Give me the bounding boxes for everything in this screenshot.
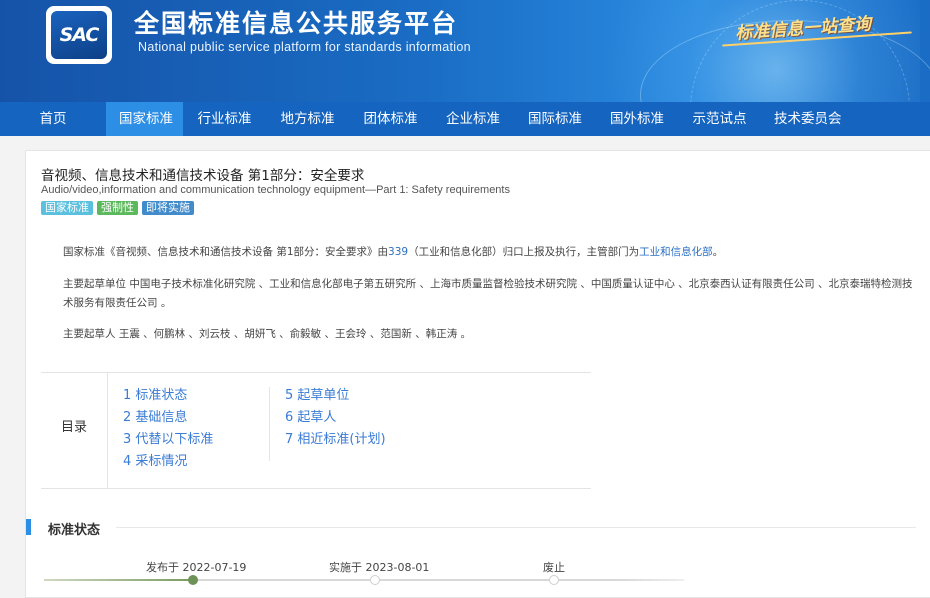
badge-national-standard: 国家标准: [41, 201, 93, 215]
standard-badges: 国家标准 强制性 即将实施: [41, 201, 194, 215]
toc-link-drafting-units[interactable]: 5 起草单位: [285, 385, 386, 407]
drafters-paragraph: 主要起草人 王震 、何鹏林 、刘云枝 、胡妍飞 、俞毅敏 、王会玲 、范国新 、…: [41, 325, 921, 344]
site-title: 全国标准信息公共服务平台: [134, 9, 459, 38]
nav-international-standards[interactable]: 国际标准: [514, 102, 596, 136]
nav-industry-standards[interactable]: 行业标准: [183, 102, 266, 136]
standard-title-en: Audio/video,information and communicatio…: [41, 184, 510, 196]
nav-national-standards[interactable]: 国家标准: [106, 102, 183, 136]
toc-column-1: 1 标准状态 2 基础信息 3 代替以下标准 4 采标情况: [123, 385, 213, 473]
toc-link-similar-standards[interactable]: 7 相近标准(计划): [285, 429, 386, 451]
timeline-label-published: 发布于 2022-07-19: [146, 561, 247, 574]
sac-logo[interactable]: SAC: [46, 6, 112, 64]
nav-technical-committees[interactable]: 技术委员会: [761, 102, 851, 136]
toc-link-basic-info[interactable]: 2 基础信息: [123, 407, 213, 429]
toc-column-2: 5 起草单位 6 起草人 7 相近标准(计划): [285, 385, 386, 451]
toc-label: 目录: [41, 373, 108, 488]
section-accent-bar: [26, 519, 31, 535]
badge-mandatory: 强制性: [97, 201, 138, 215]
timeline-dot-abolished: [549, 575, 559, 585]
tc-code-link[interactable]: 339: [388, 246, 408, 258]
logo-mark: SAC: [51, 11, 107, 59]
nav-home[interactable]: 首页: [0, 102, 106, 136]
toc-link-status[interactable]: 1 标准状态: [123, 385, 213, 407]
timeline-label-abolished: 废止: [543, 561, 565, 574]
timeline-dot-implemented: [370, 575, 380, 585]
section-divider: [116, 527, 916, 528]
nav-pilot-demos[interactable]: 示范试点: [678, 102, 761, 136]
table-of-contents: 目录 1 标准状态 2 基础信息 3 代替以下标准 4 采标情况 5 起草单位 …: [41, 372, 591, 489]
nav-local-standards[interactable]: 地方标准: [266, 102, 349, 136]
drafters-text: 主要起草人 王震 、何鹏林 、刘云枝 、胡妍飞 、俞毅敏 、王会玲 、范国新 、…: [63, 328, 472, 340]
toc-divider: [269, 387, 270, 461]
dept-link[interactable]: 工业和信息化部: [639, 246, 713, 258]
site-subtitle: National public service platform for sta…: [138, 40, 471, 54]
standard-title-cn: 音视频、信息技术和通信技术设备 第1部分：安全要求: [41, 168, 365, 184]
drafting-units-text: 主要起草单位 中国电子技术标准化研究院 、工业和信息化部电子第五研究所 、上海市…: [63, 278, 913, 309]
intro-suffix: 。: [712, 246, 724, 258]
drafting-units-paragraph: 主要起草单位 中国电子技术标准化研究院 、工业和信息化部电子第五研究所 、上海市…: [41, 275, 921, 313]
logo-text: SAC: [59, 24, 100, 46]
main-nav: 首页 国家标准 行业标准 地方标准 团体标准 企业标准 国际标准 国外标准 示范…: [0, 102, 930, 136]
nav-enterprise-standards[interactable]: 企业标准: [432, 102, 514, 136]
tc-name: （工业和信息化部）: [408, 246, 503, 258]
toc-link-drafters[interactable]: 6 起草人: [285, 407, 386, 429]
timeline-progress: [44, 579, 194, 581]
toc-link-adoption[interactable]: 4 采标情况: [123, 451, 213, 473]
nav-foreign-standards[interactable]: 国外标准: [596, 102, 678, 136]
timeline-dot-published: [188, 575, 198, 585]
section-title-status: 标准状态: [48, 523, 101, 538]
badge-upcoming: 即将实施: [142, 201, 194, 215]
intro-prefix: 国家标准《音视频、信息技术和通信技术设备 第1部分：安全要求》由: [63, 246, 389, 258]
intro-middle: 归口上报及执行，主管部门为: [502, 246, 640, 258]
toc-link-replaces[interactable]: 3 代替以下标准: [123, 429, 213, 451]
timeline-label-implemented: 实施于 2023-08-01: [329, 561, 430, 574]
standard-detail-panel: 音视频、信息技术和通信技术设备 第1部分：安全要求 Audio/video,in…: [25, 150, 930, 598]
site-banner: SAC 全国标准信息公共服务平台 National public service…: [0, 0, 930, 102]
nav-group-standards[interactable]: 团体标准: [349, 102, 432, 136]
intro-paragraph: 国家标准《音视频、信息技术和通信技术设备 第1部分：安全要求》由339（工业和信…: [41, 243, 921, 262]
